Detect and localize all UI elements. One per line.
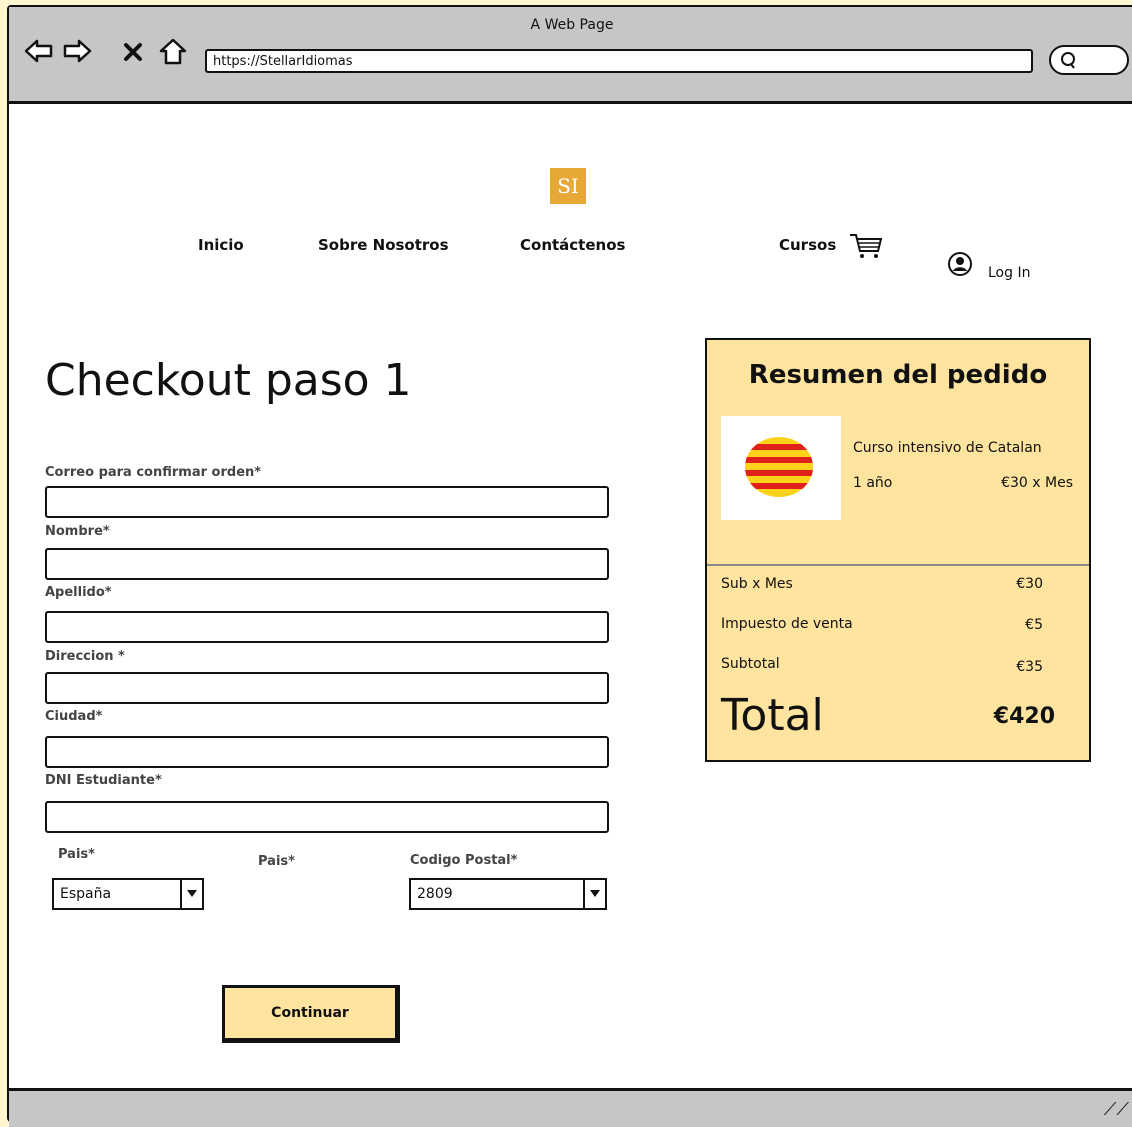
- postal-code-select[interactable]: 2809: [409, 878, 607, 910]
- continue-button[interactable]: Continuar: [222, 985, 400, 1043]
- nav-sobre-nosotros[interactable]: Sobre Nosotros: [318, 236, 449, 254]
- email-label: Correo para confirmar orden*: [45, 465, 262, 480]
- nav-cursos[interactable]: Cursos: [779, 236, 836, 254]
- country-label: Pais*: [58, 847, 95, 862]
- search-icon: [1061, 52, 1075, 69]
- user-avatar-icon[interactable]: [948, 252, 972, 276]
- first-name-field[interactable]: [45, 548, 609, 580]
- email-field[interactable]: [45, 486, 609, 518]
- postal-code-label: Codigo Postal*: [410, 853, 518, 868]
- country-select[interactable]: España: [52, 878, 204, 910]
- sales-tax-label: Impuesto de venta: [721, 616, 853, 632]
- postal-code-value: 2809: [417, 886, 453, 902]
- login-link[interactable]: Log In: [988, 265, 1030, 281]
- home-icon[interactable]: [157, 35, 189, 67]
- student-id-field[interactable]: [45, 801, 609, 833]
- subtotal-month-value: €30: [1016, 576, 1043, 592]
- city-label: Ciudad*: [45, 709, 103, 724]
- order-summary-title: Resumen del pedido: [748, 360, 1048, 390]
- first-name-label: Nombre*: [45, 524, 110, 539]
- site-logo[interactable]: SI: [550, 168, 586, 204]
- student-id-label: DNI Estudiante*: [45, 773, 162, 788]
- country-select-value: España: [60, 886, 112, 902]
- back-arrow-icon[interactable]: [23, 35, 55, 67]
- address-label: Direccion *: [45, 649, 125, 664]
- total-value: €420: [993, 704, 1055, 729]
- catalan-flag-image: [721, 416, 841, 520]
- subtotal-month-label: Sub x Mes: [721, 576, 793, 592]
- order-summary-panel: Resumen del pedido Curso intensivo de Ca…: [705, 338, 1091, 762]
- summary-divider: [707, 564, 1089, 566]
- browser-chrome: A Web Page https://StellarIdiomas: [9, 7, 1132, 104]
- shopping-cart-icon[interactable]: [848, 232, 884, 260]
- browser-status-bar: ⟋⟋: [9, 1088, 1132, 1127]
- subtotal-value: €35: [1016, 659, 1043, 675]
- last-name-field[interactable]: [45, 611, 609, 643]
- city-field[interactable]: [45, 736, 609, 768]
- chevron-down-icon[interactable]: [180, 880, 202, 908]
- last-name-label: Apellido*: [45, 585, 112, 600]
- nav-inicio[interactable]: Inicio: [198, 236, 244, 254]
- total-label: Total: [721, 690, 824, 741]
- address-field[interactable]: [45, 672, 609, 704]
- url-input[interactable]: https://StellarIdiomas: [205, 49, 1033, 73]
- close-icon[interactable]: [121, 35, 145, 67]
- window-title: A Web Page: [530, 17, 614, 33]
- forward-arrow-icon[interactable]: [61, 35, 93, 67]
- course-name: Curso intensivo de Catalan: [853, 440, 1042, 456]
- nav-contactenos[interactable]: Contáctenos: [520, 236, 625, 254]
- region-label: Pais*: [258, 854, 295, 869]
- sales-tax-value: €5: [1025, 617, 1043, 633]
- browser-search-button[interactable]: [1049, 45, 1129, 75]
- course-price: €30 x Mes: [1001, 475, 1073, 491]
- subtotal-label: Subtotal: [721, 656, 780, 672]
- page-title: Checkout paso 1: [45, 355, 412, 406]
- chevron-down-icon[interactable]: [583, 880, 605, 908]
- course-duration: 1 año: [853, 475, 893, 491]
